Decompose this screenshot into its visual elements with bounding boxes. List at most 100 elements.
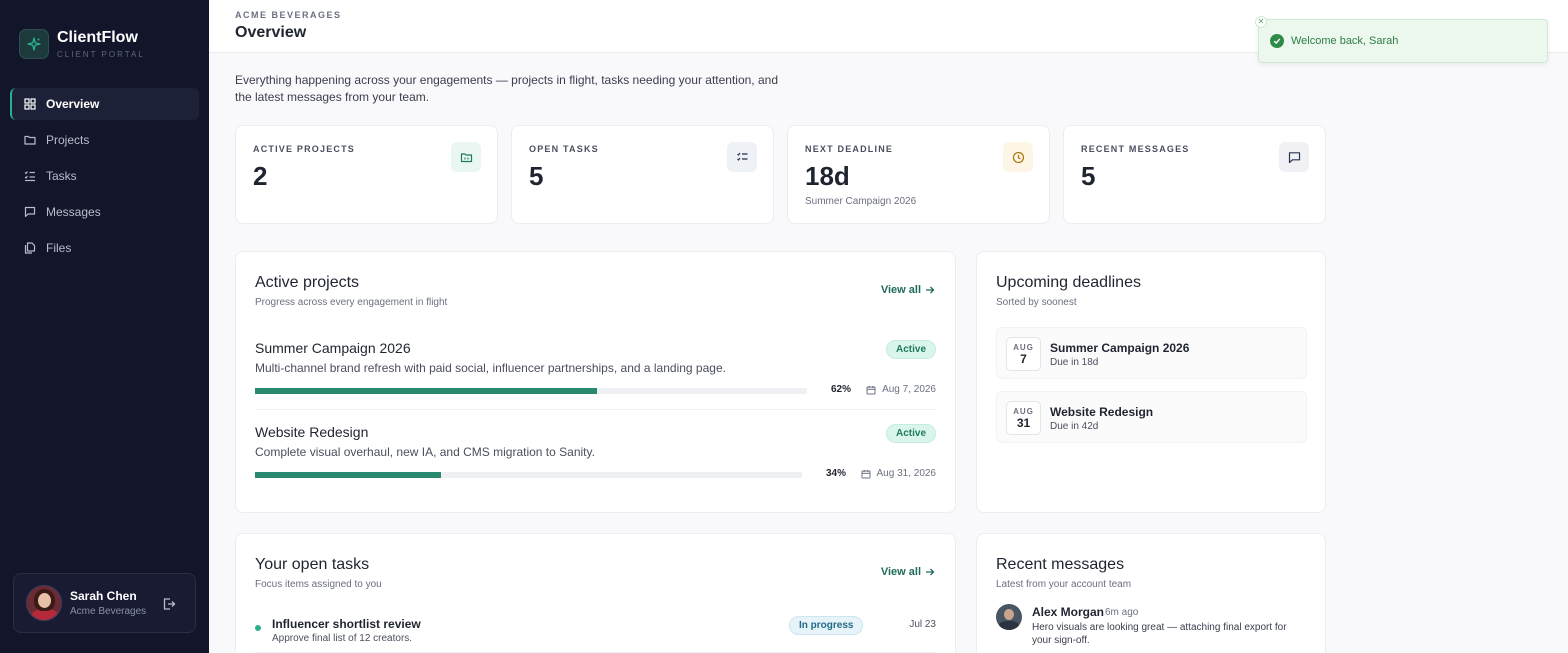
due-date-text: Aug 7, 2026 bbox=[882, 384, 936, 395]
status-badge: Active bbox=[885, 340, 936, 359]
stat-card-active-projects[interactable]: ACTIVE PROJECTS 2 bbox=[235, 125, 498, 224]
message-icon bbox=[1279, 142, 1309, 172]
toast-message: Welcome back, Sarah bbox=[1291, 35, 1399, 47]
task-date: Jul 23 bbox=[909, 619, 936, 630]
panel-subtitle: Sorted by soonest bbox=[996, 297, 1077, 308]
deadline-name: Website Redesign bbox=[1050, 405, 1154, 419]
progress-fill bbox=[255, 472, 441, 478]
checklist-icon bbox=[727, 142, 757, 172]
calendar-icon bbox=[861, 469, 870, 478]
progress-bar bbox=[255, 388, 807, 394]
user-org: Acme Beverages bbox=[70, 606, 147, 617]
view-all-tasks-link[interactable]: View all bbox=[881, 566, 935, 578]
view-all-label: View all bbox=[880, 566, 921, 578]
recent-messages-panel: Recent messages Latest from your account… bbox=[976, 533, 1326, 653]
sidebar: ClientFlow CLIENT PORTAL Overview Projec… bbox=[0, 0, 209, 653]
page-title: Overview bbox=[235, 24, 307, 41]
breadcrumb: ACME BEVERAGES bbox=[235, 10, 342, 20]
panel-subtitle: Progress across every engagement in flig… bbox=[255, 297, 448, 308]
check-circle-icon bbox=[1270, 34, 1284, 48]
sidebar-item-label: Messages bbox=[46, 205, 101, 219]
progress-row: 62% Aug 7, 2026 bbox=[255, 384, 936, 398]
brand-name: ClientFlow bbox=[57, 29, 138, 46]
panel-title: Active projects bbox=[255, 274, 360, 291]
due-date: Aug 7, 2026 bbox=[866, 384, 936, 395]
status-badge: In progress bbox=[789, 616, 864, 635]
panel-subtitle: Latest from your account team bbox=[996, 579, 1132, 590]
message-time: 6m ago bbox=[1105, 607, 1139, 618]
brand-subtitle: CLIENT PORTAL bbox=[57, 50, 145, 59]
project-name: Website Redesign bbox=[255, 424, 369, 440]
calendar-icon bbox=[866, 385, 876, 394]
stat-value: 18d bbox=[805, 161, 850, 191]
panel-title: Upcoming deadlines bbox=[996, 274, 1141, 291]
upcoming-deadlines-panel: Upcoming deadlines Sorted by soonest AUG… bbox=[976, 251, 1326, 513]
panel-title: Recent messages bbox=[996, 556, 1125, 573]
stat-card-next-deadline[interactable]: NEXT DEADLINE 18d Summer Campaign 2026 bbox=[787, 125, 1050, 224]
welcome-toast: ✕ Welcome back, Sarah bbox=[1255, 16, 1548, 63]
stat-label: OPEN TASKS bbox=[529, 144, 599, 154]
user-card[interactable]: Sarah Chen Acme Beverages bbox=[13, 573, 196, 633]
sidebar-item-tasks[interactable]: Tasks bbox=[10, 160, 199, 192]
task-row[interactable]: Influencer shortlist review Approve fina… bbox=[255, 614, 936, 653]
sidebar-item-messages[interactable]: Messages bbox=[10, 196, 199, 228]
avatar bbox=[996, 604, 1022, 630]
avatar bbox=[26, 585, 62, 621]
date-chip: AUG 31 bbox=[1006, 401, 1041, 435]
progress-percent: 34% bbox=[826, 468, 847, 479]
progress-fill bbox=[255, 388, 598, 394]
deadline-due: Due in 18d bbox=[1050, 357, 1099, 368]
project-description: Multi-channel brand refresh with paid so… bbox=[255, 361, 726, 375]
project-name: Summer Campaign 2026 bbox=[255, 340, 411, 356]
due-date-text: Aug 31, 2026 bbox=[876, 468, 937, 479]
close-icon[interactable]: ✕ bbox=[1255, 16, 1267, 28]
folder-icon bbox=[24, 134, 36, 146]
deadline-due: Due in 42d bbox=[1050, 421, 1099, 432]
project-row[interactable]: Summer Campaign 2026 Multi-channel brand… bbox=[255, 340, 936, 395]
stat-sub: Summer Campaign 2026 bbox=[805, 196, 917, 207]
sidebar-item-label: Projects bbox=[46, 133, 90, 147]
sidebar-item-label: Files bbox=[46, 241, 72, 255]
stat-card-open-tasks[interactable]: OPEN TASKS 5 bbox=[511, 125, 774, 224]
sidebar-item-label: Tasks bbox=[46, 169, 77, 183]
due-date: Aug 31, 2026 bbox=[861, 468, 937, 479]
deadline-item[interactable]: AUG 7 Summer Campaign 2026 Due in 18d bbox=[996, 327, 1307, 379]
deadline-item[interactable]: AUG 31 Website Redesign Due in 42d bbox=[996, 391, 1307, 443]
status-badge: Active bbox=[885, 424, 936, 443]
arrow-right-icon bbox=[926, 286, 935, 294]
active-projects-panel: Active projects Progress across every en… bbox=[235, 251, 956, 513]
stat-value: 5 bbox=[1081, 161, 1096, 191]
sidebar-item-label: Overview bbox=[46, 97, 100, 111]
project-row[interactable]: Website Redesign Complete visual overhau… bbox=[255, 424, 936, 479]
sidebar-item-projects[interactable]: Projects bbox=[10, 124, 199, 156]
deadline-name: Summer Campaign 2026 bbox=[1050, 341, 1190, 355]
user-name: Sarah Chen bbox=[70, 589, 137, 603]
folder-icon bbox=[451, 142, 481, 172]
clock-icon bbox=[1003, 142, 1033, 172]
task-status-dot bbox=[255, 625, 261, 631]
task-description: Approve final list of 12 creators. bbox=[272, 633, 413, 644]
stat-value: 2 bbox=[253, 161, 268, 191]
panel-subtitle: Focus items assigned to you bbox=[255, 579, 382, 590]
message-author: Alex Morgan bbox=[1032, 605, 1105, 619]
date-day: 31 bbox=[1016, 416, 1031, 430]
brand[interactable]: ClientFlow CLIENT PORTAL bbox=[19, 29, 145, 59]
divider bbox=[255, 409, 936, 410]
date-month: AUG bbox=[1013, 407, 1034, 416]
intro-text: Everything happening across your engagem… bbox=[235, 73, 778, 104]
files-icon bbox=[24, 242, 36, 254]
open-tasks-panel: Your open tasks Focus items assigned to … bbox=[235, 533, 956, 653]
sidebar-item-files[interactable]: Files bbox=[10, 232, 199, 264]
progress-row: 34% Aug 31, 2026 bbox=[255, 468, 936, 482]
view-all-projects-link[interactable]: View all bbox=[881, 284, 935, 296]
grid-icon bbox=[24, 98, 36, 110]
stat-card-recent-messages[interactable]: RECENT MESSAGES 5 bbox=[1063, 125, 1326, 224]
checklist-icon bbox=[24, 170, 36, 182]
date-chip: AUG 7 bbox=[1006, 337, 1041, 371]
sidebar-item-overview[interactable]: Overview bbox=[10, 88, 199, 120]
progress-bar bbox=[255, 472, 802, 478]
date-month: AUG bbox=[1013, 343, 1034, 352]
panel-title: Your open tasks bbox=[255, 556, 370, 573]
task-name: Influencer shortlist review bbox=[272, 617, 421, 631]
logout-icon[interactable] bbox=[162, 597, 176, 611]
